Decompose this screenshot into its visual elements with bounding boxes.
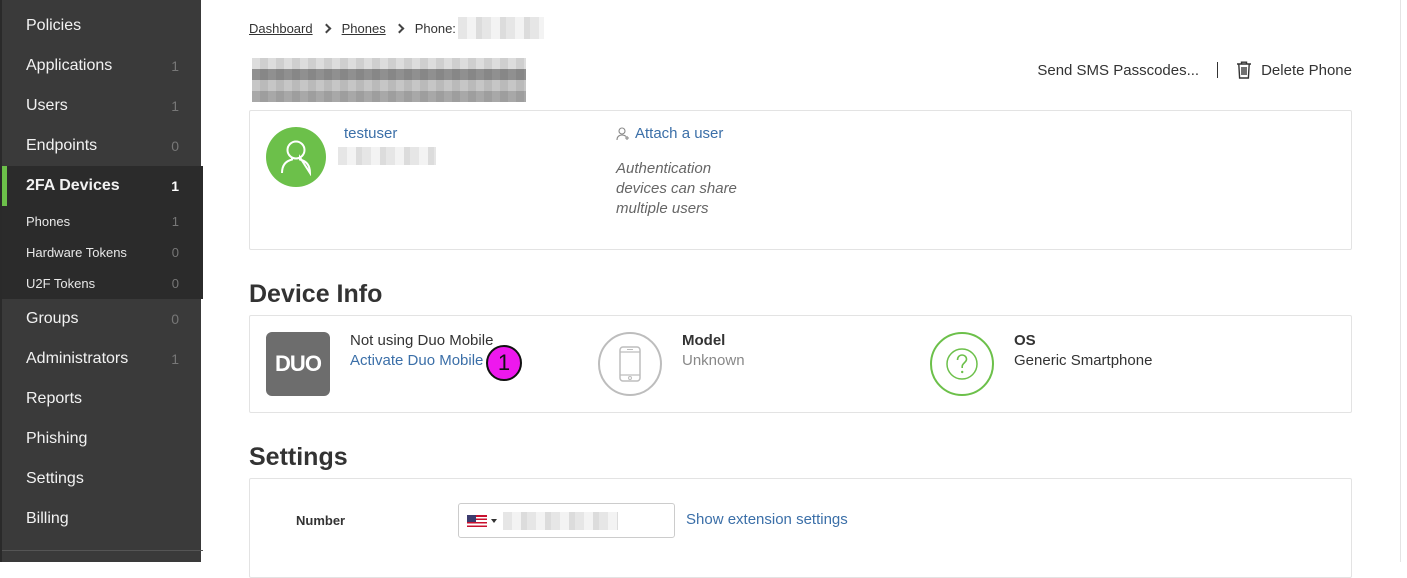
model-label: Model — [682, 332, 726, 349]
sidebar-item-billing[interactable]: Billing — [2, 499, 203, 539]
sidebar-subitem-u2f-tokens[interactable]: U2F Tokens 0 — [2, 268, 203, 299]
sidebar-item-policies[interactable]: Policies — [2, 6, 203, 46]
settings-heading: Settings — [249, 443, 348, 471]
duo-mobile-status: Not using Duo Mobile — [350, 332, 494, 349]
sidebar-item-phishing[interactable]: Phishing — [2, 419, 203, 459]
breadcrumb-current: Phone: — [414, 20, 456, 36]
sidebar-item-label: Reports — [26, 390, 83, 407]
chevron-right-icon — [321, 23, 332, 33]
sidebar-subitem-hardware-tokens[interactable]: Hardware Tokens 0 — [2, 237, 203, 268]
country-code-select[interactable] — [467, 513, 497, 529]
sidebar: Policies Applications 1 Users 1 Endpoint… — [0, 0, 203, 562]
attach-user-link[interactable]: Attach a user — [616, 125, 723, 142]
os-value: Generic Smartphone — [1014, 352, 1153, 369]
sidebar-item-administrators[interactable]: Administrators 1 — [2, 339, 203, 379]
sidebar-subitem-label: U2F Tokens — [26, 276, 96, 291]
os-icon-circle — [930, 332, 994, 396]
content-right-border — [1400, 0, 1401, 562]
sidebar-subitem-label: Hardware Tokens — [26, 245, 127, 260]
annotation-marker: 1 — [486, 345, 522, 381]
sidebar-item-count: 1 — [171, 351, 179, 367]
breadcrumb-dashboard-link[interactable]: Dashboard — [249, 21, 313, 36]
sidebar-item-label: Settings — [26, 470, 84, 487]
sidebar-item-label: Administrators — [26, 350, 129, 367]
user-icon — [281, 140, 312, 176]
question-mark-icon — [946, 348, 978, 380]
sidebar-item-reports[interactable]: Reports — [2, 379, 203, 419]
add-user-icon — [616, 126, 629, 140]
sidebar-subnav: Phones 1 Hardware Tokens 0 U2F Tokens 0 — [2, 206, 203, 299]
device-info-heading: Device Info — [249, 280, 383, 308]
sidebar-item-count: 1 — [171, 98, 179, 114]
phone-model-icon-circle — [598, 332, 662, 396]
action-separator — [1217, 62, 1219, 78]
caret-down-icon — [491, 519, 497, 523]
settings-card: Number Show extension settings — [249, 478, 1352, 578]
sidebar-item-count: 1 — [171, 58, 179, 74]
sidebar-item-endpoints[interactable]: Endpoints 0 — [2, 126, 203, 166]
sidebar-item-label: Endpoints — [26, 137, 98, 154]
redacted-user-detail — [338, 147, 436, 165]
username-link[interactable]: testuser — [344, 125, 397, 142]
sidebar-item-groups[interactable]: Groups 0 — [2, 299, 203, 339]
sidebar-item-settings[interactable]: Settings — [2, 459, 203, 499]
breadcrumb-phones-link[interactable]: Phones — [342, 21, 386, 36]
sidebar-item-count: 0 — [171, 138, 179, 154]
redacted-phone-value — [503, 512, 618, 530]
sidebar-item-label: Billing — [26, 510, 69, 527]
show-extension-settings-link[interactable]: Show extension settings — [686, 511, 848, 528]
chevron-right-icon — [394, 23, 405, 33]
attach-user-note: Authentication devices can share multipl… — [616, 160, 737, 217]
sidebar-item-users[interactable]: Users 1 — [2, 86, 203, 126]
us-flag-icon — [467, 515, 487, 527]
send-sms-passcodes-link[interactable]: Send SMS Passcodes... — [1037, 62, 1199, 79]
activate-duo-mobile-link[interactable]: Activate Duo Mobile — [350, 352, 483, 369]
delete-phone-link[interactable]: Delete Phone — [1261, 62, 1352, 79]
sidebar-item-count: 0 — [171, 311, 179, 327]
sidebar-item-label: Users — [26, 97, 68, 114]
sidebar-subitem-count: 0 — [171, 276, 179, 291]
device-info-card: DUO Not using Duo Mobile Activate Duo Mo… — [249, 315, 1352, 413]
user-card: testuser Attach a user Authentication de… — [249, 110, 1352, 250]
sidebar-item-label: Applications — [26, 57, 113, 74]
redacted-phone-number — [457, 17, 544, 39]
smartphone-icon — [619, 346, 641, 382]
phone-number-input[interactable] — [458, 503, 675, 538]
number-label: Number — [296, 513, 346, 528]
model-value: Unknown — [682, 352, 745, 369]
sidebar-subitem-label: Phones — [26, 214, 71, 229]
sidebar-item-applications[interactable]: Applications 1 — [2, 46, 203, 86]
sidebar-item-2fa-devices[interactable]: 2FA Devices 1 — [2, 166, 203, 206]
sidebar-item-label: 2FA Devices — [26, 177, 120, 194]
page-title-redacted — [252, 58, 526, 102]
os-label: OS — [1014, 332, 1036, 349]
sidebar-subitem-phones[interactable]: Phones 1 — [2, 206, 203, 237]
attach-user-label: Attach a user — [635, 125, 724, 142]
sidebar-item-label: Phishing — [26, 430, 88, 447]
trash-icon[interactable] — [1236, 61, 1252, 79]
sidebar-divider — [2, 550, 203, 551]
sidebar-subitem-count: 0 — [171, 245, 179, 260]
avatar — [266, 127, 326, 187]
duo-logo: DUO — [266, 332, 330, 396]
header-actions: Send SMS Passcodes... Delete Phone — [1037, 58, 1352, 82]
sidebar-item-label: Groups — [26, 310, 79, 327]
sidebar-item-count: 1 — [171, 178, 179, 194]
sidebar-subitem-count: 1 — [171, 214, 179, 229]
sidebar-item-label: Policies — [26, 17, 82, 34]
breadcrumb: Dashboard Phones Phone: — [249, 16, 544, 40]
